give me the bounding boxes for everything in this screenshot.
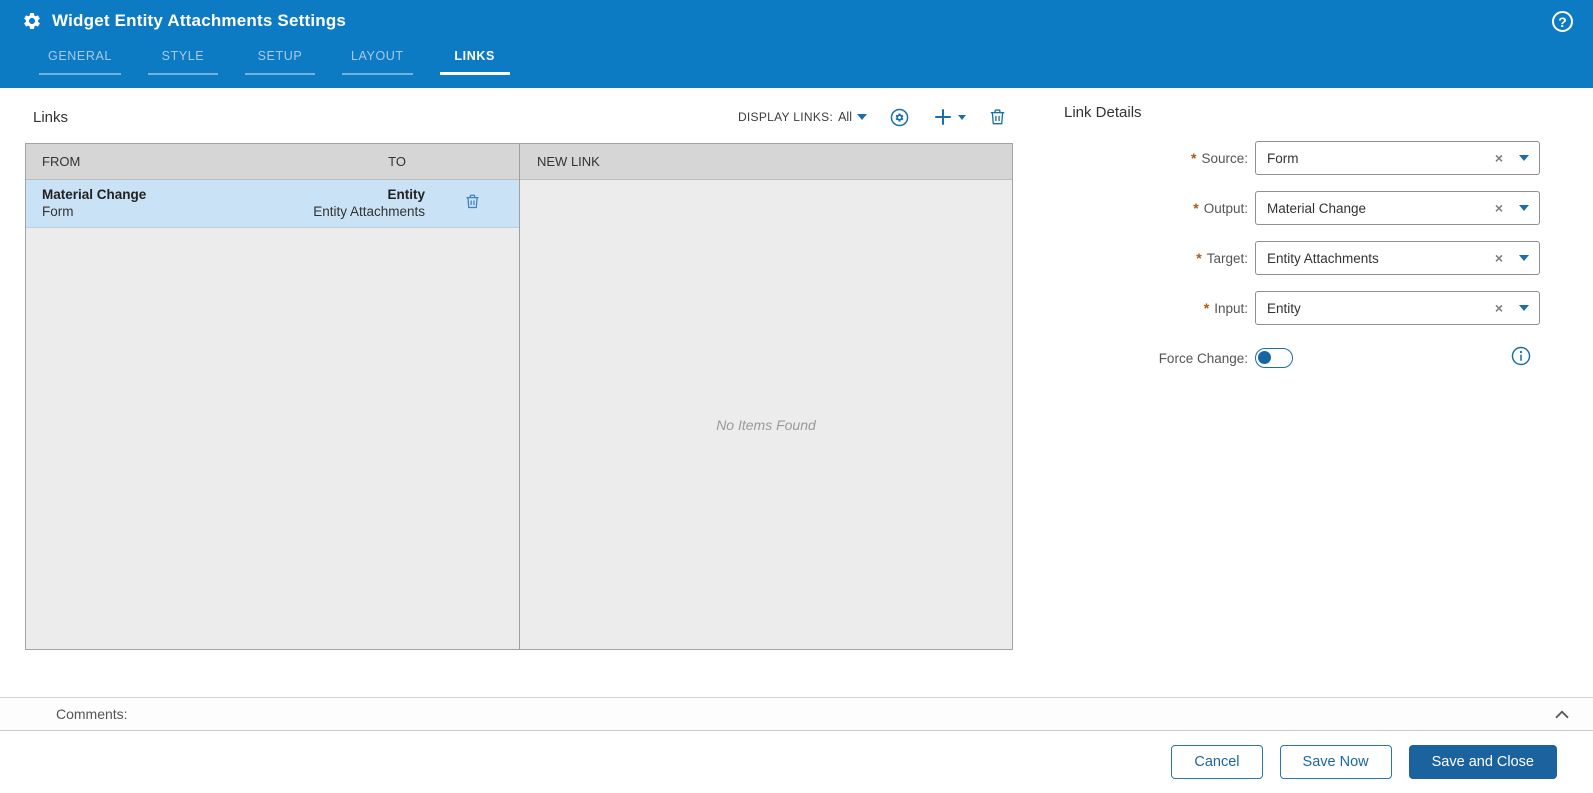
force-change-toggle[interactable] bbox=[1255, 348, 1293, 368]
link-details-panel: Link Details * Source: Form × * Output: … bbox=[1040, 104, 1540, 391]
help-icon[interactable]: ? bbox=[1552, 11, 1573, 32]
links-table: FROM TO Material Change Form Entity Enti… bbox=[25, 143, 1013, 650]
output-combobox[interactable]: Material Change × bbox=[1255, 191, 1540, 225]
dialog-header: Widget Entity Attachments Settings ? GEN… bbox=[0, 0, 1593, 88]
column-header-new-link: NEW LINK bbox=[537, 154, 600, 169]
required-mark: * bbox=[1196, 250, 1202, 266]
target-label: Target: bbox=[1206, 250, 1248, 266]
clear-icon[interactable]: × bbox=[1495, 150, 1503, 166]
chevron-down-icon bbox=[958, 114, 966, 120]
save-now-button[interactable]: Save Now bbox=[1279, 745, 1392, 779]
trash-icon bbox=[465, 194, 479, 208]
save-and-close-button[interactable]: Save and Close bbox=[1408, 745, 1557, 779]
comments-bar[interactable]: Comments: bbox=[0, 697, 1593, 731]
settings-dialog: Widget Entity Attachments Settings ? GEN… bbox=[0, 0, 1593, 793]
output-label: Output: bbox=[1203, 200, 1248, 216]
source-combobox[interactable]: Form × bbox=[1255, 141, 1540, 175]
required-mark: * bbox=[1193, 200, 1199, 216]
required-mark: * bbox=[1203, 300, 1210, 316]
chevron-down-icon bbox=[857, 114, 867, 120]
dialog-footer: Cancel Save Now Save and Close bbox=[0, 731, 1593, 793]
display-links-label: DISPLAY LINKS: bbox=[737, 110, 834, 124]
delete-link-button[interactable] bbox=[988, 107, 1007, 127]
add-link-button[interactable] bbox=[932, 106, 966, 128]
link-details-title: Link Details bbox=[1064, 104, 1142, 121]
chevron-down-icon[interactable] bbox=[1519, 205, 1529, 211]
links-list-pane: FROM TO Material Change Form Entity Enti… bbox=[26, 144, 520, 649]
toggle-knob bbox=[1258, 351, 1271, 364]
tab-setup[interactable]: SETUP bbox=[244, 49, 315, 75]
links-table-header: FROM TO bbox=[26, 144, 519, 180]
row-delete-button[interactable] bbox=[464, 192, 481, 216]
column-header-to: TO bbox=[388, 154, 406, 169]
target-combobox[interactable]: Entity Attachments × bbox=[1255, 241, 1540, 275]
clear-icon[interactable]: × bbox=[1495, 200, 1503, 216]
display-links-value: All bbox=[838, 110, 852, 124]
link-row-selected[interactable]: Material Change Form Entity Entity Attac… bbox=[26, 180, 519, 228]
links-panel-title: Links bbox=[33, 108, 69, 126]
info-icon[interactable] bbox=[1510, 345, 1532, 372]
chevron-up-icon[interactable] bbox=[1553, 707, 1571, 721]
chevron-down-icon[interactable] bbox=[1519, 255, 1529, 261]
gear-icon bbox=[24, 12, 40, 29]
dialog-title: Widget Entity Attachments Settings bbox=[52, 11, 347, 30]
force-change-label: Force Change: bbox=[1158, 350, 1248, 366]
links-toolbar: DISPLAY LINKS: All bbox=[738, 106, 1013, 128]
required-mark: * bbox=[1191, 150, 1197, 166]
clear-icon[interactable]: × bbox=[1495, 250, 1503, 266]
tab-bar: GENERAL STYLE SETUP LAYOUT LINKS bbox=[39, 49, 510, 75]
comments-label: Comments: bbox=[56, 706, 128, 722]
tab-links[interactable]: LINKS bbox=[439, 49, 510, 75]
input-combobox[interactable]: Entity × bbox=[1255, 291, 1540, 325]
cancel-button[interactable]: Cancel bbox=[1171, 745, 1263, 779]
chevron-down-icon[interactable] bbox=[1519, 155, 1529, 161]
chevron-down-icon[interactable] bbox=[1519, 305, 1529, 311]
link-from-cell: Material Change Form bbox=[42, 186, 147, 219]
clear-icon[interactable]: × bbox=[1495, 300, 1503, 316]
input-label: Input: bbox=[1214, 300, 1248, 316]
display-links-dropdown[interactable]: DISPLAY LINKS: All bbox=[738, 110, 867, 124]
new-link-header: NEW LINK bbox=[520, 144, 1012, 180]
plus-icon bbox=[935, 109, 951, 125]
column-header-from: FROM bbox=[42, 154, 81, 169]
circle-gear-icon bbox=[890, 108, 909, 126]
link-to-cell: Entity Entity Attachments bbox=[313, 186, 425, 219]
new-link-pane: NEW LINK No Items Found bbox=[520, 144, 1012, 649]
tab-layout[interactable]: LAYOUT bbox=[341, 49, 413, 75]
trash-icon bbox=[990, 109, 1005, 125]
tab-general[interactable]: GENERAL bbox=[39, 49, 121, 75]
tab-style[interactable]: STYLE bbox=[147, 49, 218, 75]
auto-link-button[interactable] bbox=[889, 107, 910, 128]
source-label: Source: bbox=[1201, 150, 1248, 166]
empty-state-message: No Items Found bbox=[716, 417, 816, 433]
